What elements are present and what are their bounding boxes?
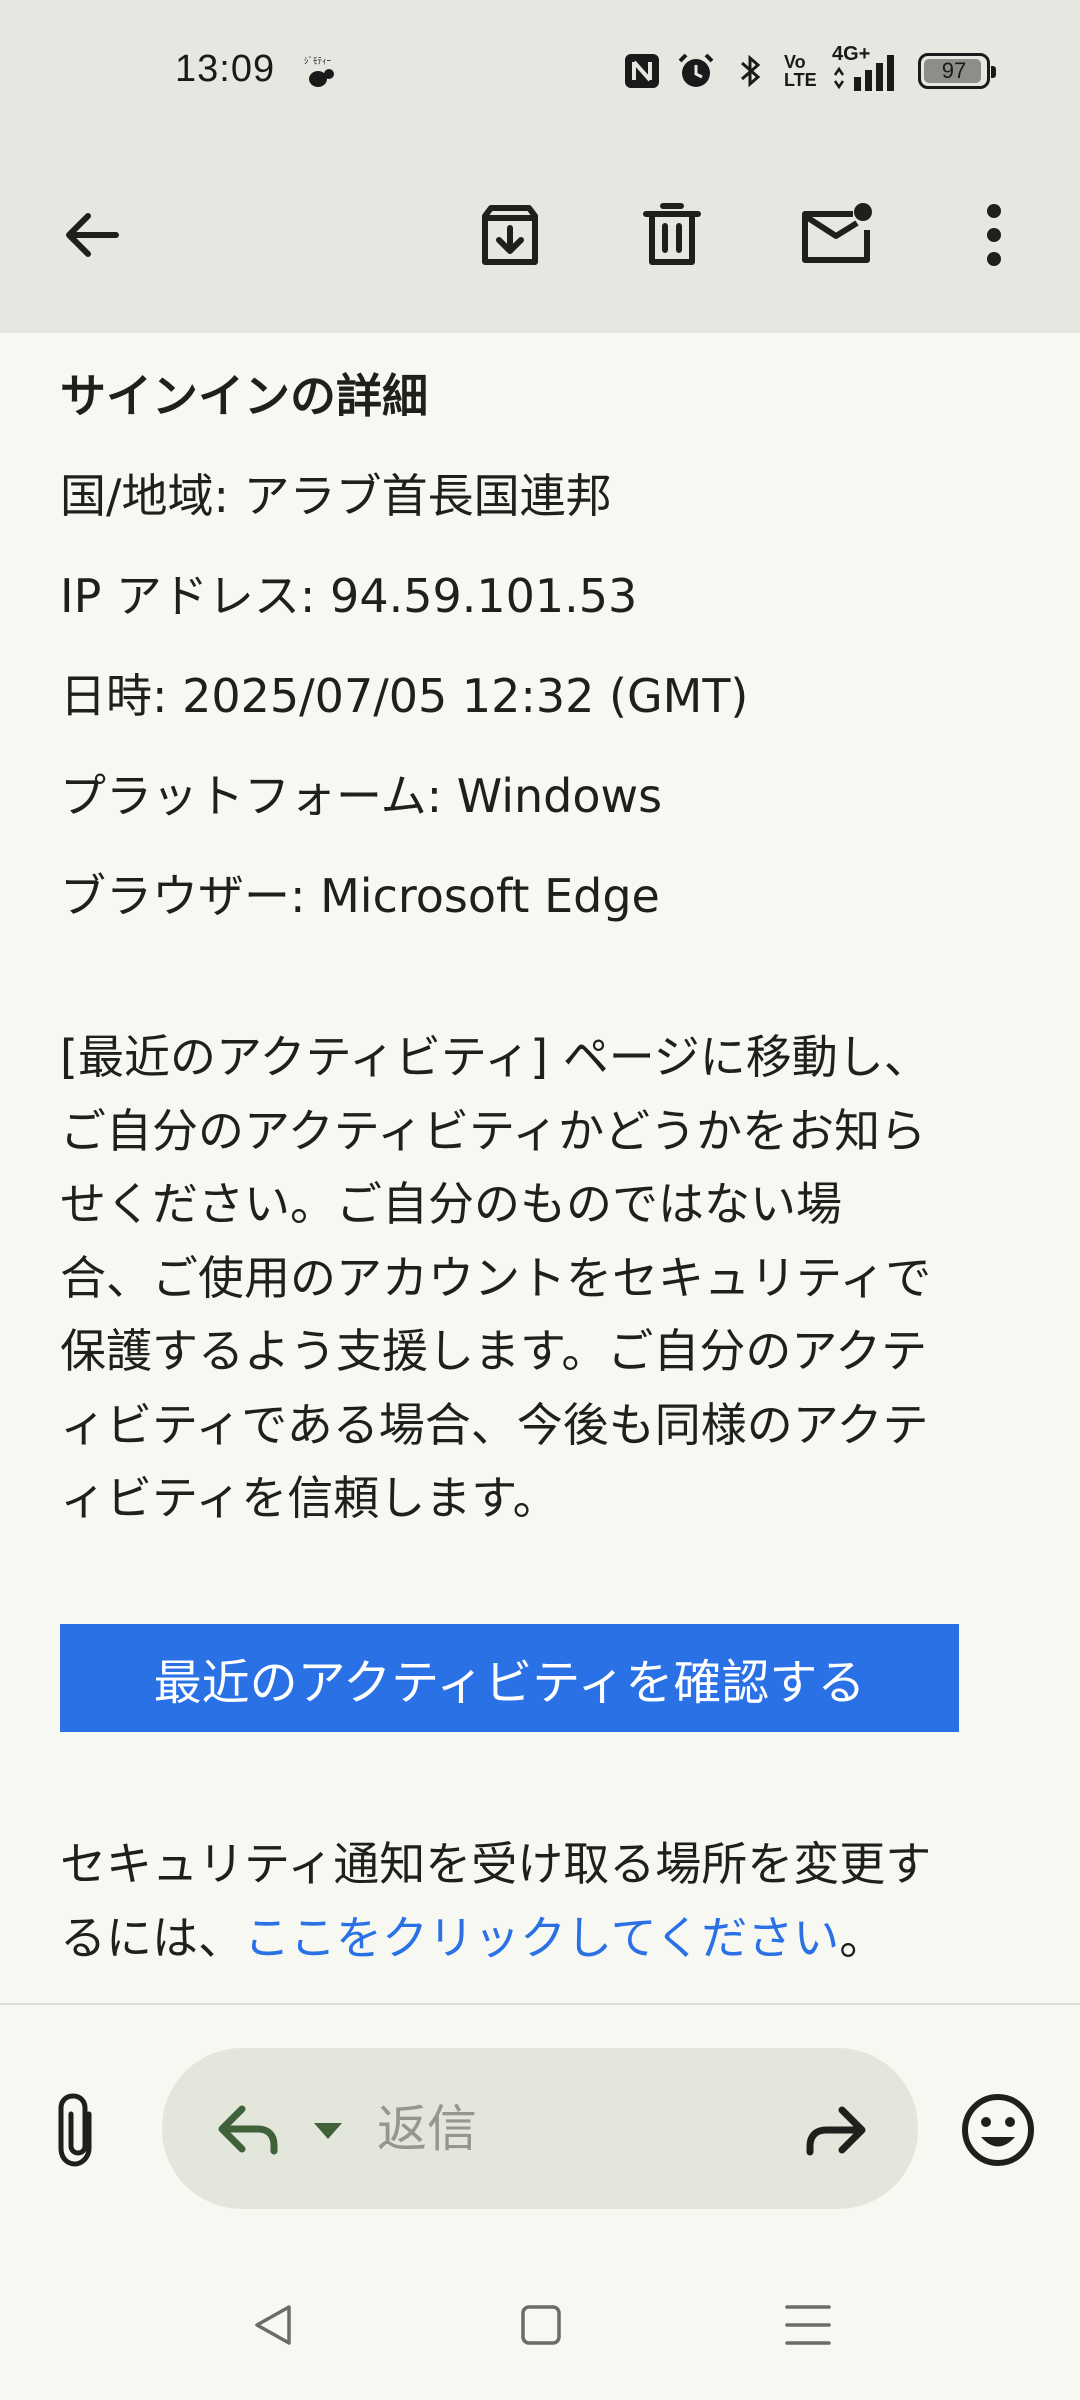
mark-unread-button[interactable]: [786, 185, 886, 285]
reply-icon[interactable]: [212, 2093, 284, 2165]
battery-icon: 97: [918, 53, 996, 89]
attach-button[interactable]: [38, 2080, 118, 2180]
reply-bar: [162, 2048, 918, 2209]
paragraph-line: ィビティである場合、今後も同様のアクテ: [60, 1397, 929, 1452]
emoji-icon[interactable]: [958, 2090, 1038, 2170]
paragraph-line: ご自分のアクティビティかどうかをお知ら: [60, 1103, 927, 1158]
archive-button[interactable]: [460, 185, 560, 285]
detail-ip-address: IP アドレス: 94.59.101.53: [60, 569, 638, 623]
activity-paragraph: [最近のアクティビティ] ページに移動し、 ご自分のアクティビティかどうかをお知…: [60, 1021, 1045, 1536]
status-time: 13:09: [175, 48, 276, 90]
back-arrow-icon: [66, 213, 119, 257]
footer-line: セキュリティ通知を受け取る場所を変更す: [60, 1837, 932, 1891]
change-notification-link[interactable]: ここをクリックしてください: [244, 1911, 839, 1965]
nav-back-icon: [255, 2305, 291, 2345]
reply-options-caret-icon[interactable]: [310, 2113, 346, 2149]
nfc-icon: [625, 54, 659, 88]
nav-back-button[interactable]: [238, 2290, 308, 2360]
signin-details-heading: サインインの詳細: [60, 369, 428, 423]
forward-icon[interactable]: [800, 2094, 872, 2166]
mark-unread-icon: [802, 203, 872, 263]
detail-platform: プラットフォーム: Windows: [60, 769, 663, 823]
footer-line: るには、ここをクリックしてください。: [60, 1901, 1045, 1975]
nav-home-button[interactable]: [506, 2290, 576, 2360]
nav-recents-button[interactable]: [773, 2290, 843, 2360]
more-vert-icon: [987, 204, 1001, 266]
volte-icon: Vo LTE: [784, 53, 818, 89]
detail-datetime: 日時: 2025/07/05 12:32 (GMT): [60, 669, 749, 723]
paragraph-line: ィビティを信頼します。: [60, 1471, 559, 1525]
notification-app-icon: ｼﾞﾓﾃｨｰ: [304, 56, 334, 87]
paragraph-line: 合、ご使用のアカウントをセキュリティで: [60, 1250, 932, 1305]
detail-country: 国/地域: アラブ首長国連邦: [60, 469, 612, 523]
footer-suffix: 。: [839, 1911, 886, 1965]
status-icons: Vo LTE 4G+ 97: [622, 44, 996, 97]
email-body: サインインの詳細 国/地域: アラブ首長国連邦 IP アドレス: 94.59.1…: [0, 333, 1080, 2003]
signal-icon: 4G+: [832, 44, 898, 93]
status-bar: 13:09 ｼﾞﾓﾃｨｰ Vo LTE 4G+ 97: [0, 0, 1080, 145]
attach-icon: [58, 2093, 92, 2167]
delete-icon: [643, 203, 701, 265]
alarm-icon: [678, 53, 714, 87]
svg-text:ｼﾞﾓﾃｨｰ: ｼﾞﾓﾃｨｰ: [304, 56, 332, 67]
paragraph-line: 保護するよう支援します。ご自分のアクテ: [60, 1324, 928, 1378]
divider: [0, 2003, 1080, 2005]
email-toolbar: [0, 145, 1080, 333]
more-options-button[interactable]: [944, 185, 1044, 285]
back-button[interactable]: [42, 185, 142, 285]
system-nav-bar: [0, 2270, 1080, 2380]
nav-recents-icon: [785, 2305, 831, 2345]
archive-icon: [482, 205, 538, 265]
delete-button[interactable]: [622, 185, 722, 285]
notification-settings-text: セキュリティ通知を受け取る場所を変更す るには、ここをクリックしてください。: [60, 1827, 1045, 1975]
check-activity-button[interactable]: 最近のアクティビティを確認する: [60, 1624, 959, 1732]
battery-level: 97: [941, 58, 967, 83]
footer-prefix: るには、: [60, 1911, 244, 1965]
nav-home-icon: [521, 2305, 561, 2345]
volte-label: Vo LTE: [784, 52, 817, 90]
paragraph-line: せください。ご自分のものではない場: [60, 1177, 842, 1231]
paragraph-line: [最近のアクティビティ] ページに移動し、: [60, 1030, 930, 1084]
reply-input[interactable]: [377, 2096, 737, 2162]
detail-browser: ブラウザー: Microsoft Edge: [60, 869, 660, 923]
bluetooth-icon: [741, 54, 761, 88]
